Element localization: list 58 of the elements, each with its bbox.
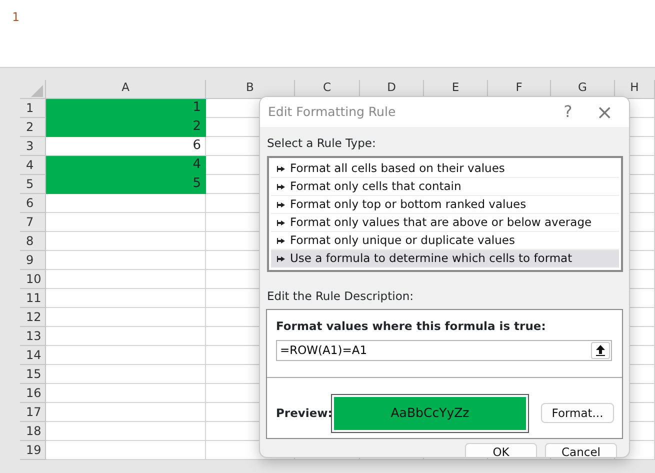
table-cell: 5 [46,175,206,194]
bullet-arrow-icon [277,238,285,244]
table-cell: 2 [46,118,206,137]
rule-type-item[interactable]: Use a formula to determine which cells to format [271,250,619,268]
rule-type-item[interactable]: Format all cells based on their values [271,160,619,178]
row-header[interactable]: 19 [26,441,42,459]
row-header[interactable]: 3 [26,137,34,155]
row-header[interactable]: 7 [26,213,34,231]
collapse-button[interactable] [591,342,610,359]
help-button[interactable]: ? [564,100,572,124]
row-header[interactable]: 17 [26,403,42,421]
row-header[interactable]: 5 [26,175,34,193]
bullet-arrow-icon [277,220,285,226]
row-header[interactable]: 2 [26,118,34,136]
table-cell: 1 [46,99,206,118]
table-cell: 6 [46,137,206,156]
row-header[interactable]: 12 [26,308,42,326]
rule-type-item[interactable]: Format only cells that contain [271,178,619,196]
formula-label: Format values where this formula is true: [276,318,546,332]
close-button[interactable]: × [596,97,613,127]
preview-sample: AaBbCcYyZz [334,396,526,430]
column-header[interactable]: F [516,81,522,94]
row-header[interactable]: 4 [26,156,34,174]
formula-field[interactable]: =ROW(A1)=A1 [276,340,612,361]
dialog-title: Edit Formatting Rule [268,102,397,121]
table-cell: 4 [46,156,206,175]
up-arrow-icon [596,344,605,356]
section-label: Select a Rule Type: [267,136,376,150]
row-header[interactable]: 13 [26,327,42,345]
column-header[interactable]: A [122,81,130,94]
column-header[interactable]: E [452,81,460,94]
row-header[interactable]: 11 [26,289,42,307]
row-header[interactable]: 10 [26,270,42,288]
rule-type-item[interactable]: Format only top or bottom ranked values [271,196,619,214]
line-number: 1 [12,9,20,26]
format-button[interactable]: Format... [541,403,614,424]
bullet-arrow-icon [277,184,285,190]
column-header[interactable]: D [387,81,396,94]
section-label: Edit the Rule Description: [267,289,414,304]
row-header[interactable]: 1 [26,99,34,117]
bullet-arrow-icon [277,256,285,262]
row-header[interactable]: 15 [26,365,42,383]
bullet-arrow-icon [277,166,285,172]
column-header[interactable]: G [578,81,587,94]
rule-type-item[interactable]: Format only values that are above or below average [271,214,619,232]
row-header[interactable]: 8 [26,232,34,250]
column-header[interactable]: H [630,81,639,94]
row-header[interactable]: 14 [26,346,42,364]
dialog-button[interactable]: OK [465,442,537,457]
column-header[interactable]: B [246,81,254,94]
row-header[interactable]: 16 [26,384,42,402]
row-header[interactable]: 6 [26,194,34,212]
dialog-button[interactable]: Cancel [545,442,617,457]
column-header[interactable]: C [322,81,332,94]
preview-label: Preview: [276,404,331,422]
row-header[interactable]: 18 [26,422,42,440]
bullet-arrow-icon [277,202,285,208]
row-header[interactable]: 9 [26,251,34,269]
